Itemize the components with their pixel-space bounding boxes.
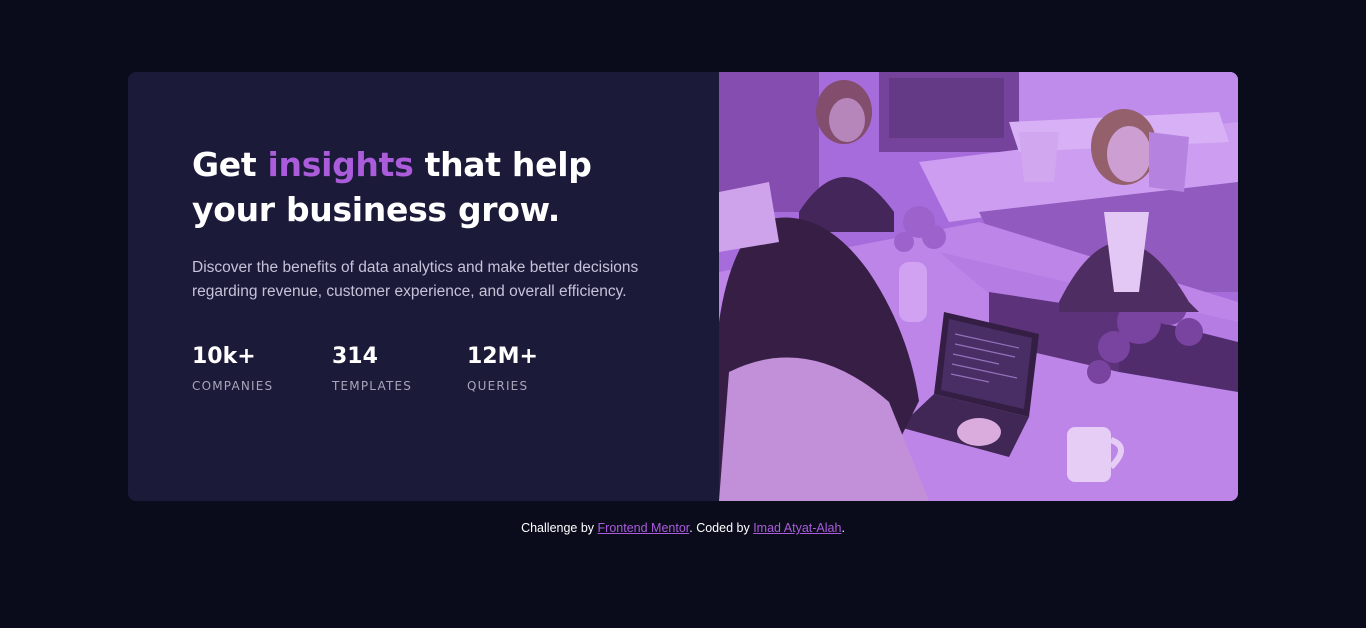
headline-part-1: Get: [192, 145, 268, 184]
stats-list: 10k+ Companies 314 Templates 12M+ Querie…: [192, 344, 719, 393]
card-content: Get insights that help your business gro…: [128, 72, 719, 501]
headline: Get insights that help your business gro…: [192, 142, 662, 232]
frontend-mentor-link[interactable]: Frontend Mentor: [598, 521, 690, 535]
author-link[interactable]: Imad Atyat-Alah: [753, 521, 841, 535]
stats-preview-card: Get insights that help your business gro…: [128, 72, 1238, 501]
stat-value: 314: [332, 344, 378, 369]
stat-companies: 10k+ Companies: [192, 344, 332, 393]
stat-templates: 314 Templates: [332, 344, 467, 393]
attribution-suffix: .: [841, 521, 845, 535]
stat-label: Companies: [192, 379, 274, 393]
description: Discover the benefits of data analytics …: [192, 259, 639, 300]
attribution-prefix: Challenge by: [521, 521, 598, 535]
header-image: [719, 72, 1238, 501]
stat-value: 10k+: [192, 344, 256, 369]
stat-queries: 12M+ Queries: [467, 344, 587, 393]
office-team-illustration: [719, 72, 1238, 501]
stat-value: 12M+: [467, 344, 538, 369]
attribution: Challenge by Frontend Mentor. Coded by I…: [0, 521, 1366, 535]
stat-label: Queries: [467, 379, 529, 393]
attribution-middle: . Coded by: [689, 521, 754, 535]
headline-accent: insights: [267, 145, 414, 184]
stat-label: Templates: [332, 379, 413, 393]
